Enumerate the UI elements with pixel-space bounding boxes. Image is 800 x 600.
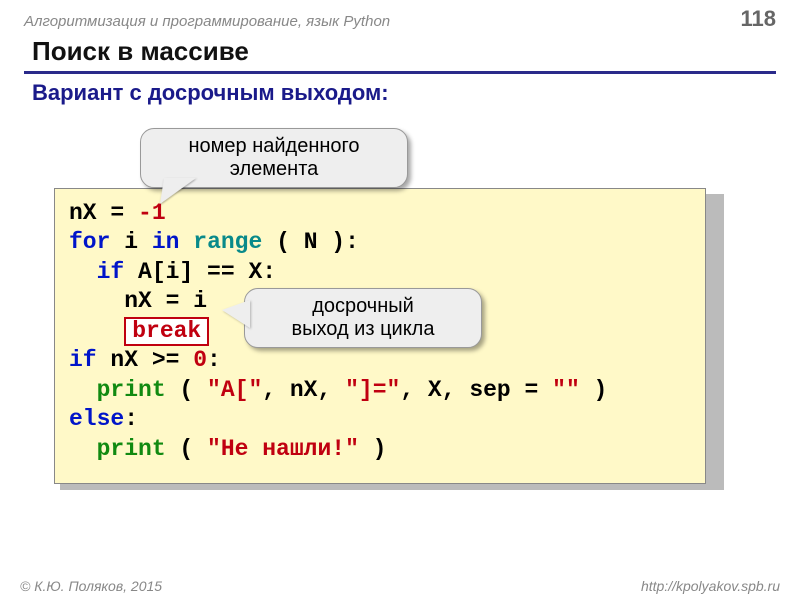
slide-title: Поиск в массиве [24,34,776,69]
footer-author: © К.Ю. Поляков, 2015 [20,578,162,594]
callout-early-exit: досрочный выход из цикла [244,288,482,348]
break-keyword: break [124,317,209,346]
course-label: Алгоритмизация и программирование, язык … [24,13,390,30]
callout-tail-2 [222,300,250,328]
footer-url: http://kpolyakov.spb.ru [641,578,780,594]
slide-subtitle: Вариант с досрочным выходом: [32,80,800,106]
page-number: 118 [741,6,777,32]
